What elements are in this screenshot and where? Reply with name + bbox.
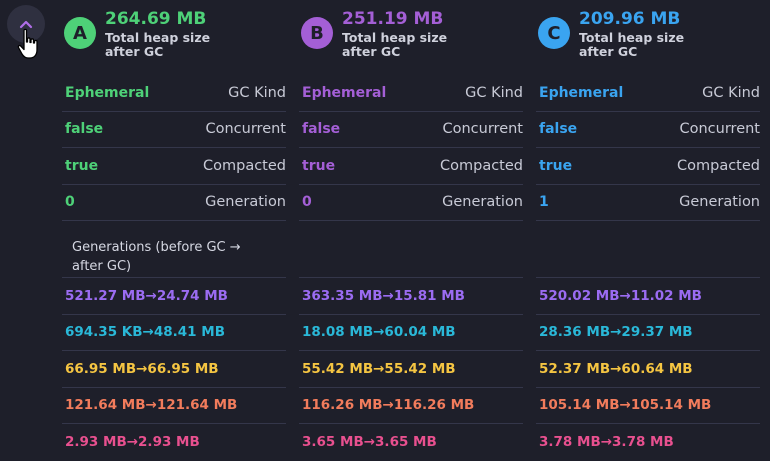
gc-column-a: A 264.69 MB Total heap size after GC Eph… <box>62 0 286 450</box>
property-value: Ephemeral <box>302 84 387 101</box>
property-key: Generation <box>679 194 760 211</box>
property-row: Ephemeral GC Kind <box>62 75 286 112</box>
generations-spacer <box>536 254 760 278</box>
property-row: false Concurrent <box>299 112 524 148</box>
heap-size-value: 209.96 MB <box>579 9 681 29</box>
generation-row: 2.93 MB→2.93 MB <box>65 434 200 451</box>
property-key: Compacted <box>440 157 523 174</box>
generation-row: 121.64 MB→121.64 MB <box>62 388 286 424</box>
column-badge: C <box>538 17 570 49</box>
property-value: true <box>65 157 99 174</box>
property-list: Ephemeral GC Kind false Concurrent true … <box>62 75 286 221</box>
property-key: GC Kind <box>465 84 523 101</box>
property-list: Ephemeral GC Kind false Concurrent true … <box>299 75 523 221</box>
generation-row: 521.27 MB→24.74 MB <box>62 278 286 315</box>
generations-list: 363.35 MB→15.81 MB 18.08 MB→60.04 MB 55.42… <box>299 238 523 461</box>
generation-row: 116.26 MB→116.26 MB <box>299 388 523 424</box>
property-row: 0 Generation <box>299 185 523 221</box>
property-row: false Concurrent <box>62 112 287 148</box>
property-key: Concurrent <box>442 121 524 138</box>
column-badge: B <box>301 17 333 49</box>
property-list: Ephemeral GC Kind false Concurrent true … <box>536 75 760 221</box>
property-value: 0 <box>65 194 75 211</box>
property-value: 0 <box>302 194 312 211</box>
generation-row: 363.35 MB→15.81 MB <box>299 278 523 315</box>
generations-list: Generations (before GC → after GC) 521.27… <box>62 238 286 461</box>
property-value: false <box>539 121 578 138</box>
property-value: false <box>302 121 341 138</box>
property-key: GC Kind <box>702 84 760 101</box>
generations-list: 520.02 MB→11.02 MB 28.36 MB→29.37 MB 52.37… <box>536 238 760 461</box>
property-row: true Compacted <box>62 148 286 185</box>
column-header: B 251.19 MB Total heap size after GC <box>299 0 523 75</box>
property-key: GC Kind <box>228 84 286 101</box>
heap-size-value: 264.69 MB <box>105 9 207 29</box>
property-row: false Concurrent <box>536 112 761 148</box>
property-key: Generation <box>205 194 286 211</box>
heap-size-caption: Total heap size after GC <box>105 30 211 59</box>
property-row: true Compacted <box>536 148 760 185</box>
property-key: Generation <box>442 194 523 211</box>
property-row: 0 Generation <box>62 185 286 221</box>
gc-column-b: B 251.19 MB Total heap size after GC Eph… <box>299 0 523 450</box>
generation-row: 18.08 MB→60.04 MB <box>299 315 523 351</box>
property-row: true Compacted <box>299 148 523 185</box>
generation-row: 52.37 MB→60.64 MB <box>536 351 760 388</box>
generation-row: 105.14 MB→105.14 MB <box>536 388 760 424</box>
property-value: false <box>65 121 104 138</box>
generation-row: 28.36 MB→29.37 MB <box>536 315 760 351</box>
property-row: 1 Generation <box>536 185 760 221</box>
property-value: Ephemeral <box>539 84 624 101</box>
property-key: Compacted <box>677 157 760 174</box>
generation-row: 55.42 MB→55.42 MB <box>299 351 523 388</box>
generation-row: 694.35 KB→48.41 MB <box>62 315 286 351</box>
column-header: A 264.69 MB Total heap size after GC <box>62 0 286 75</box>
column-badge: A <box>64 17 96 49</box>
property-value: true <box>302 157 336 174</box>
generations-title: Generations (before GC → after GC) <box>62 238 286 278</box>
generation-row: 520.02 MB→11.02 MB <box>536 278 760 315</box>
property-value: true <box>539 157 573 174</box>
property-key: Compacted <box>203 157 286 174</box>
generation-row: 3.78 MB→3.78 MB <box>539 434 674 451</box>
property-value: 1 <box>539 194 549 211</box>
generations-spacer <box>299 254 523 278</box>
property-value: Ephemeral <box>65 84 150 101</box>
property-row: Ephemeral GC Kind <box>299 75 523 112</box>
column-header: C 209.96 MB Total heap size after GC <box>536 0 760 75</box>
heap-size-caption: Total heap size after GC <box>579 30 685 59</box>
property-row: Ephemeral GC Kind <box>536 75 760 112</box>
gc-column-c: C 209.96 MB Total heap size after GC Eph… <box>536 0 760 450</box>
heap-size-caption: Total heap size after GC <box>342 30 448 59</box>
generation-row: 66.95 MB→66.95 MB <box>62 351 286 388</box>
property-key: Concurrent <box>679 121 761 138</box>
hand-pointer-icon <box>17 28 38 59</box>
property-key: Concurrent <box>205 121 287 138</box>
heap-size-value: 251.19 MB <box>342 9 444 29</box>
generation-row: 3.65 MB→3.65 MB <box>302 434 437 451</box>
